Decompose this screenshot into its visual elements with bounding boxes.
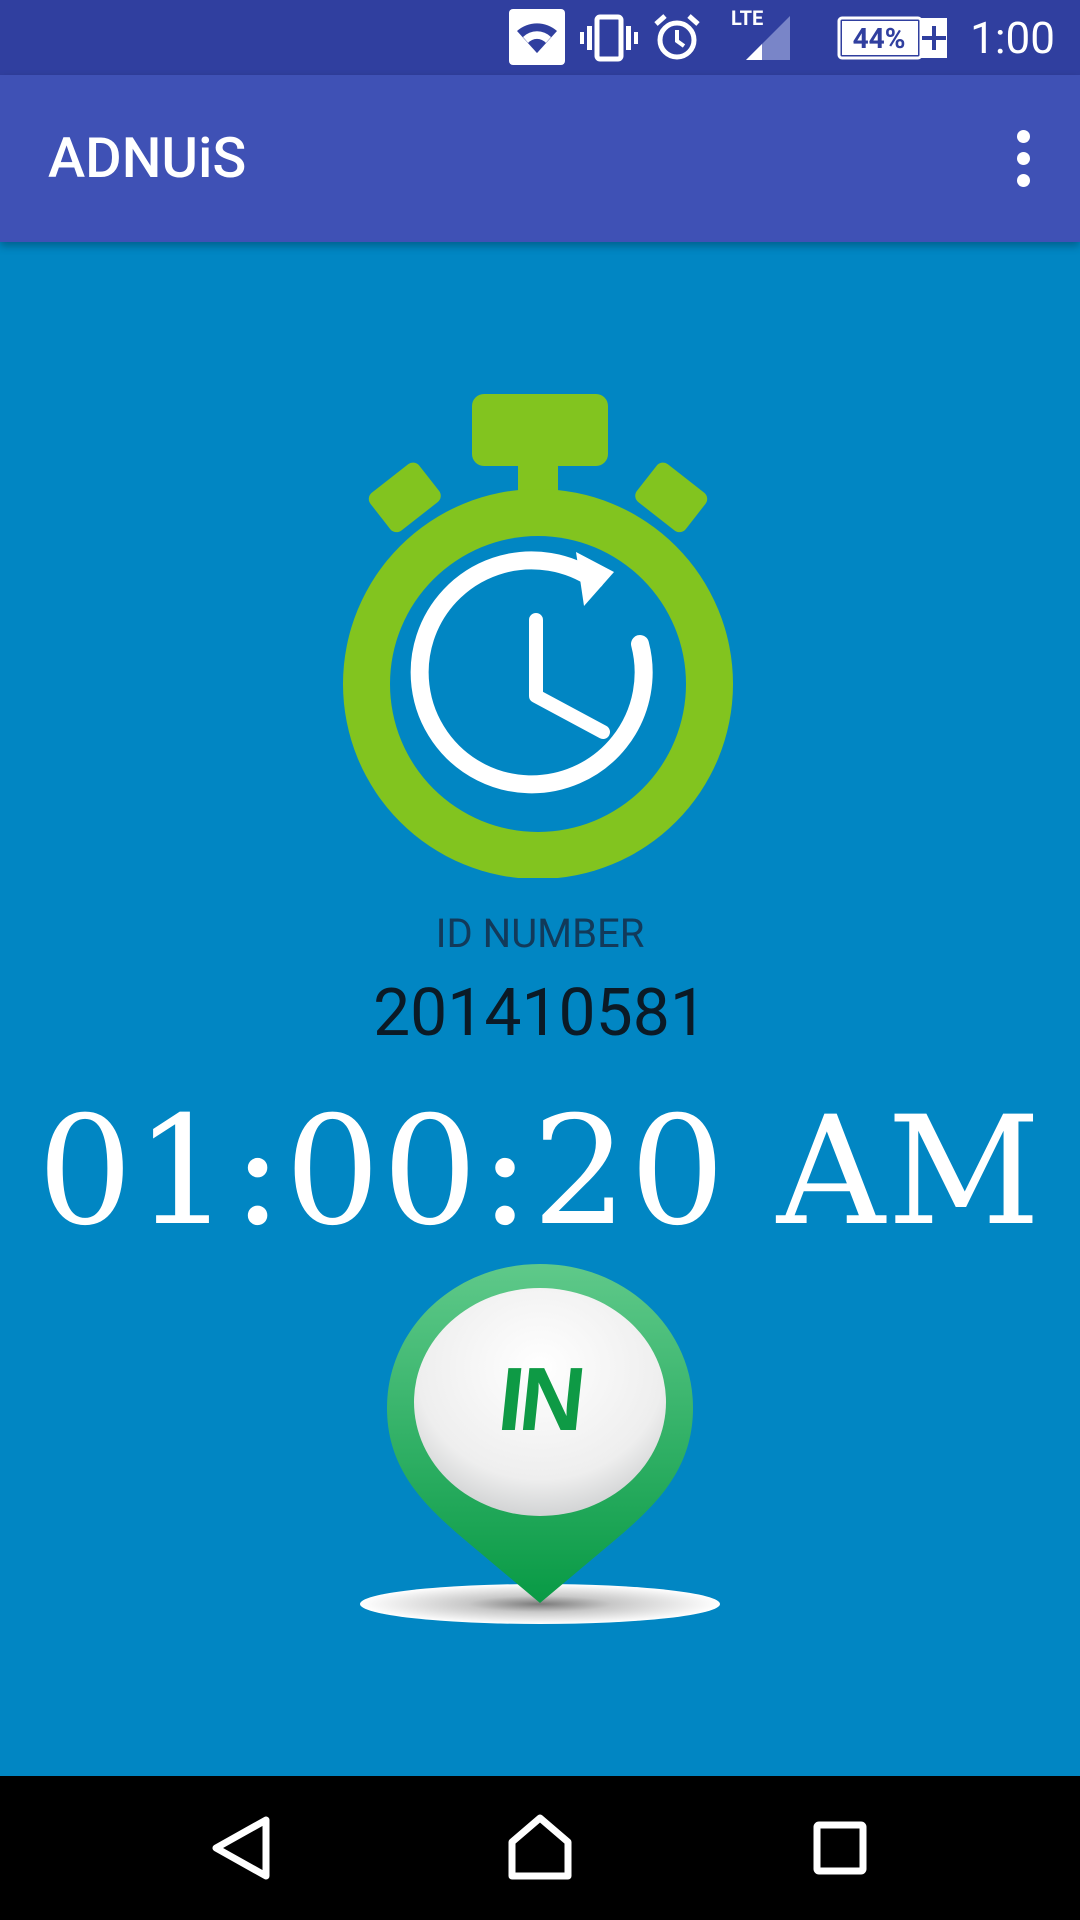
screen: LTE 44% 1:00 ADNUiS ID NUMBER 201410581 … — [0, 0, 1080, 1920]
alarm-icon — [654, 14, 700, 60]
stopwatch-icon — [343, 394, 733, 878]
status-bar: LTE 44% 1:00 — [0, 0, 1080, 75]
wifi-icon — [509, 9, 565, 65]
nav-bar — [0, 1776, 1080, 1920]
signal-icon — [746, 16, 790, 60]
vibrate-icon — [580, 14, 638, 62]
in-button-label: IN — [493, 1350, 587, 1450]
recents-icon[interactable] — [790, 1798, 890, 1898]
status-time: 1:00 — [970, 12, 1055, 64]
in-button[interactable]: IN — [355, 1258, 725, 1628]
home-icon[interactable] — [490, 1798, 590, 1898]
app-bar: ADNUiS — [0, 75, 1080, 242]
more-vert-icon[interactable] — [986, 115, 1060, 201]
battery-percent: 44% — [852, 22, 906, 55]
app-title: ADNUiS — [48, 125, 247, 191]
id-number-value: 201410581 — [373, 975, 707, 1052]
current-time: 01:00:20 AM — [37, 1085, 1043, 1259]
back-icon[interactable] — [190, 1798, 290, 1898]
id-number-label: ID NUMBER — [435, 910, 645, 957]
